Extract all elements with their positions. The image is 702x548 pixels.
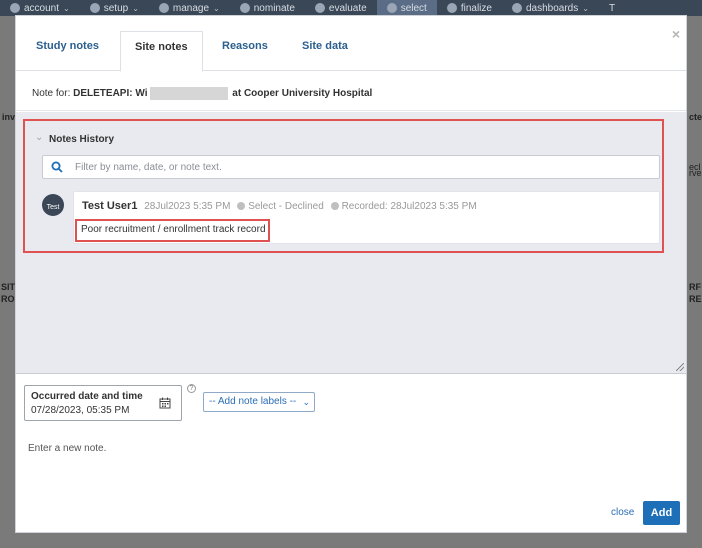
note-for-prefix: Note for: (32, 88, 71, 100)
nav-nominate[interactable]: nominate (230, 0, 305, 16)
note-for-subject-start: DELETEAPI: Wi (73, 88, 148, 100)
note-composer: Occurred date and time 07/28/2023, 05:35… (16, 375, 686, 534)
nav-label: evaluate (328, 2, 367, 14)
nav-label: setup (103, 2, 129, 14)
new-note-input[interactable] (28, 439, 668, 457)
pie-chart-icon (511, 3, 522, 13)
nav-dashboards[interactable]: dashboards ⌄ (502, 0, 599, 16)
note-status: Select - Declined (248, 201, 324, 212)
tab-site-data[interactable]: Site data (288, 31, 362, 72)
note-author: Test User1 (82, 200, 138, 212)
chevron-down-icon[interactable]: ⌄ (35, 132, 43, 143)
nav-label: account (24, 2, 60, 14)
note-text: Poor recruitment / enrollment track reco… (75, 219, 270, 242)
list-icon (386, 3, 397, 13)
nav-select[interactable]: select (376, 0, 437, 16)
check-circle-icon (446, 3, 457, 13)
occurred-date-field[interactable]: Occurred date and time 07/28/2023, 05:35… (24, 385, 182, 421)
highlight-box: ⌄ Notes History Test Test User1 28Jul202… (23, 119, 664, 253)
tab-study-notes[interactable]: Study notes (22, 31, 113, 72)
tab-bar: Study notes Site notes Reasons Site data (16, 16, 686, 72)
redaction-mask (149, 87, 228, 100)
chevron-down-icon: ⌄ (302, 397, 310, 407)
nav-manage[interactable]: manage ⌄ (149, 0, 230, 16)
nav-label: manage (172, 2, 210, 14)
chevron-down-icon: ⌄ (63, 3, 70, 13)
divider (16, 110, 686, 111)
tab-site-notes[interactable]: Site notes (120, 31, 203, 72)
note-for-line: Note for: DELETEAPI: Wi at Cooper Univer… (32, 87, 372, 100)
bg-stub: rve (689, 168, 702, 178)
filter-input[interactable] (73, 158, 643, 176)
tab-reasons[interactable]: Reasons (208, 31, 282, 72)
search-icon (314, 3, 325, 13)
note-recorded: Recorded: 28Jul2023 5:35 PM (341, 201, 477, 212)
status-dot-icon (237, 202, 246, 210)
chevron-down-icon: ⌄ (213, 3, 220, 13)
resize-handle-icon[interactable] (676, 363, 684, 371)
notes-history-panel: ⌄ Notes History Test Test User1 28Jul202… (16, 112, 686, 374)
avatar: Test (42, 194, 64, 216)
note-for-subject-end: at Cooper University Hospital (232, 88, 373, 100)
note-card: Test User1 28Jul2023 5:35 PM Select - De… (73, 191, 660, 244)
calendar-icon[interactable] (159, 397, 171, 409)
note-labels-value: -- Add note labels -- (209, 396, 297, 407)
nav-setup[interactable]: setup ⌄ (80, 0, 149, 16)
nav-account[interactable]: account ⌄ (0, 0, 80, 16)
status-dot-icon (330, 202, 339, 210)
bg-stub: RF (689, 282, 701, 292)
search-icon (51, 161, 63, 173)
note-labels-select[interactable]: -- Add note labels -- ⌄ (203, 392, 315, 412)
nav-label: finalize (460, 2, 492, 14)
note-time: 5:35 PM (193, 201, 231, 212)
user-circle-icon (10, 3, 20, 13)
nav-label: select (400, 2, 427, 14)
bg-stub: cte (689, 112, 702, 122)
occurred-date-value: 07/28/2023, 05:35 PM (31, 405, 130, 416)
note-meta: Test User1 28Jul2023 5:35 PM Select - De… (82, 200, 477, 212)
help-icon[interactable]: ? (187, 384, 196, 393)
top-nav: account ⌄ setup ⌄ manage ⌄ nominate eval… (0, 0, 702, 16)
note-date: 28Jul2023 (144, 201, 191, 212)
close-link[interactable]: close (611, 507, 634, 518)
nav-overflow[interactable]: T (599, 0, 625, 16)
nav-evaluate[interactable]: evaluate (305, 0, 377, 16)
gear-icon (89, 3, 100, 13)
nav-label: dashboards (525, 2, 579, 14)
notes-modal: × Study notes Site notes Reasons Site da… (15, 15, 687, 533)
bg-stub: RE (689, 294, 702, 304)
occurred-date-label: Occurred date and time (31, 391, 143, 402)
bg-stub: inv (2, 112, 16, 122)
thumbs-up-icon (239, 3, 250, 13)
nav-overflow-label: T (608, 2, 616, 14)
nav-label: nominate (253, 2, 295, 14)
filter-field (42, 155, 660, 179)
chevron-down-icon: ⌄ (582, 3, 589, 13)
notes-history-title: Notes History (49, 134, 115, 145)
add-button[interactable]: Add (643, 501, 680, 525)
nav-finalize[interactable]: finalize (437, 0, 502, 16)
chevron-down-icon: ⌄ (132, 3, 139, 13)
bg-stub: SIT (1, 282, 16, 292)
person-icon (158, 3, 169, 13)
